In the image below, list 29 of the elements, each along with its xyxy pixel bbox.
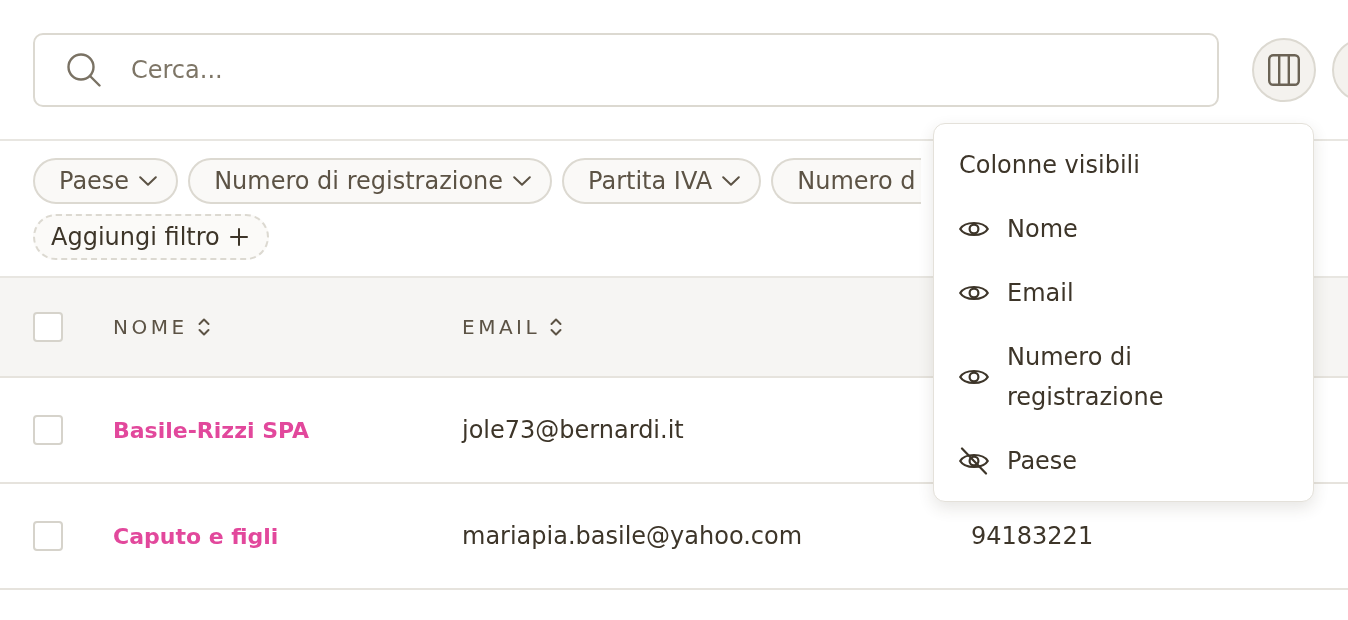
company-link[interactable]: Basile-Rizzi SPA [113,417,310,443]
table-cell: jole73@bernardi.it [462,416,684,444]
filter-chip[interactable]: Partita IVA [562,158,762,204]
search-icon [67,53,101,87]
column-header[interactable]: NOME [113,315,210,339]
sort-icon [197,317,210,337]
chevron-down-icon [722,176,741,186]
row-checkbox[interactable] [33,521,63,551]
filter-chip[interactable]: Numero d [771,158,922,204]
row-checkbox[interactable] [33,415,63,445]
menu-item[interactable]: Email [934,261,1313,325]
search-field[interactable]: Cerca... [33,33,1219,107]
select-all-checkbox[interactable] [33,312,63,342]
chevron-down-icon [139,176,158,186]
plus-icon [229,228,248,246]
menu-item[interactable]: Nome [934,197,1313,261]
company-link[interactable]: Caputo e figli [113,523,279,549]
column-header[interactable]: EMAIL [462,315,563,339]
menu-item[interactable]: Numero di registrazione [934,325,1313,429]
menu-item[interactable]: Paese [934,429,1313,493]
sort-icon [550,317,563,337]
chevron-down-icon [513,176,532,186]
table-cell: mariapia.basile@yahoo.com [462,522,803,550]
add-filter-button[interactable]: Aggiungi filtro [33,214,269,260]
table-cell: 94183221 [971,522,1094,550]
filter-chip[interactable]: Numero di registrazione [188,158,553,204]
menu-title: Colonne visibili [959,151,1140,179]
columns-icon [1268,54,1300,86]
filter-chip[interactable]: Paese [33,158,179,204]
